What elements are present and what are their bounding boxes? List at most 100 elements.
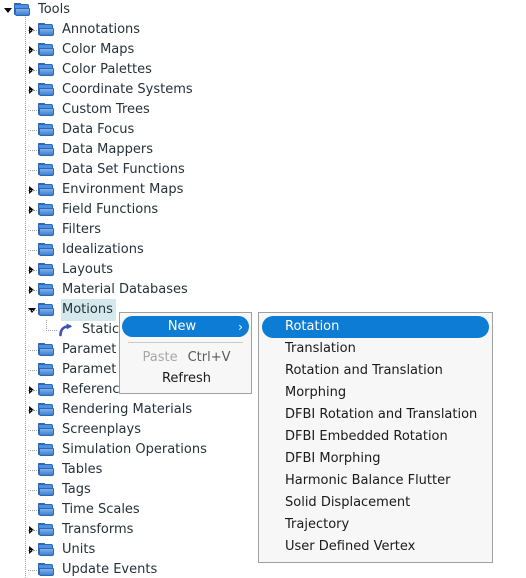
tree-item-label: Paramet	[62, 362, 117, 377]
tree-item-label: Environment Maps	[62, 182, 184, 197]
tree-guide-connector	[28, 50, 37, 52]
tree-row[interactable]: Idealizations	[0, 240, 526, 260]
folder-icon	[38, 103, 54, 117]
folder-icon	[38, 283, 54, 297]
tree-row-root[interactable]: Tools	[0, 0, 526, 20]
folder-icon	[38, 363, 54, 377]
motion-arrow-icon	[58, 323, 74, 337]
tree-item-label: Paramet	[62, 342, 117, 357]
tree-guide-connector	[28, 350, 37, 352]
context-menu[interactable]: New › Paste Ctrl+V Refresh	[119, 312, 252, 394]
tree-guide-connector	[28, 510, 37, 512]
tree-item-label: Coordinate Systems	[62, 82, 193, 97]
submenu-item[interactable]: Morphing	[259, 382, 492, 404]
folder-icon	[38, 503, 54, 517]
tree-item-label: Material Databases	[62, 282, 188, 297]
tree-item-label: Rendering Materials	[62, 402, 193, 417]
tree-item-label: Layouts	[62, 262, 113, 277]
tree-item-label: Data Mappers	[62, 142, 153, 157]
folder-icon	[38, 383, 54, 397]
context-menu-item-refresh-label: Refresh	[161, 371, 212, 386]
submenu-item[interactable]: Rotation	[262, 316, 489, 338]
submenu-item[interactable]: Solid Displacement	[259, 492, 492, 514]
tree-item-label: Update Events	[62, 562, 158, 577]
context-menu-item-new[interactable]: New ›	[122, 316, 249, 337]
tree-item-label: Color Maps	[62, 42, 135, 57]
tree-item-label: Static	[82, 322, 120, 337]
tree-row[interactable]: Environment Maps	[0, 180, 526, 200]
tree-row[interactable]: Material Databases	[0, 280, 526, 300]
folder-icon	[38, 263, 54, 277]
context-menu-item-refresh[interactable]: Refresh	[120, 368, 251, 389]
folder-icon	[38, 123, 54, 137]
tree-row[interactable]: Filters	[0, 220, 526, 240]
context-menu-item-paste: Paste Ctrl+V	[120, 347, 251, 368]
tree-item-label: Referenc	[62, 382, 120, 397]
tree-guide-connector	[28, 390, 37, 392]
tree-item-label: Time Scales	[62, 502, 140, 517]
folder-icon	[38, 443, 54, 457]
tree-guide-connector	[28, 250, 37, 252]
folder-icon	[38, 483, 54, 497]
folder-icon	[38, 163, 54, 177]
folder-icon	[38, 243, 54, 257]
tree-item-label: Simulation Operations	[62, 442, 207, 457]
tree-guide-connector	[48, 330, 57, 332]
folder-icon	[38, 83, 54, 97]
tree-row[interactable]: Annotations	[0, 20, 526, 40]
folder-icon	[38, 223, 54, 237]
context-menu-item-paste-label: Paste	[142, 350, 178, 365]
tree-guide-connector	[28, 550, 37, 552]
submenu-item[interactable]: User Defined Vertex	[259, 536, 492, 558]
tree-expander-expanded-icon[interactable]	[2, 0, 13, 20]
tree-item-label: Motions	[62, 300, 115, 320]
submenu-item[interactable]: Rotation and Translation	[259, 360, 492, 382]
tree-item-label: Data Focus	[62, 122, 135, 137]
chevron-right-icon: ›	[238, 319, 243, 334]
tree-guide-connector	[28, 170, 37, 172]
tree-guide-connector	[28, 230, 37, 232]
tree-guide-connector	[28, 290, 37, 292]
tree-guide-connector	[28, 410, 37, 412]
context-menu-item-paste-accelerator: Ctrl+V	[187, 350, 231, 365]
folder-icon	[38, 463, 54, 477]
tree-guide-connector	[28, 130, 37, 132]
tree-guide-connector	[28, 530, 37, 532]
tree-row[interactable]: Custom Trees	[0, 100, 526, 120]
tree-row[interactable]: Data Focus	[0, 120, 526, 140]
tree-guide-connector	[28, 190, 37, 192]
tree-row[interactable]: Data Mappers	[0, 140, 526, 160]
tree-guide-connector	[28, 150, 37, 152]
tree-row[interactable]: Color Palettes	[0, 60, 526, 80]
new-motion-submenu[interactable]: Rotation Translation Rotation and Translat…	[258, 312, 493, 563]
context-menu-item-new-label: New	[167, 319, 197, 334]
tree-guide-connector	[28, 310, 37, 312]
folder-icon	[38, 143, 54, 157]
tree-item-label: Transforms	[62, 522, 134, 537]
submenu-item[interactable]: DFBI Embedded Rotation	[259, 426, 492, 448]
folder-icon	[38, 423, 54, 437]
submenu-item[interactable]: Harmonic Balance Flutter	[259, 470, 492, 492]
tree-guide-connector	[28, 210, 37, 212]
folder-icon	[38, 23, 54, 37]
submenu-item[interactable]: Translation	[259, 338, 492, 360]
folder-icon	[14, 3, 30, 17]
context-menu-separator	[128, 342, 243, 343]
tree-guide-connector	[28, 470, 37, 472]
tree-item-label: Tables	[62, 462, 103, 477]
folder-icon	[38, 543, 54, 557]
tree-item-label: Filters	[62, 222, 101, 237]
submenu-item[interactable]: DFBI Morphing	[259, 448, 492, 470]
tree-guide-connector	[28, 370, 37, 372]
tree-row[interactable]: Data Set Functions	[0, 160, 526, 180]
submenu-item[interactable]: Trajectory	[259, 514, 492, 536]
tree-guide-connector	[28, 570, 37, 572]
tree-item-label: Custom Trees	[62, 102, 150, 117]
tree-row[interactable]: Layouts	[0, 260, 526, 280]
submenu-item[interactable]: DFBI Rotation and Translation	[259, 404, 492, 426]
tree-row[interactable]: Coordinate Systems	[0, 80, 526, 100]
tree-guide-connector	[28, 430, 37, 432]
tree-guide-connector	[28, 490, 37, 492]
tree-row[interactable]: Field Functions	[0, 200, 526, 220]
tree-row[interactable]: Color Maps	[0, 40, 526, 60]
